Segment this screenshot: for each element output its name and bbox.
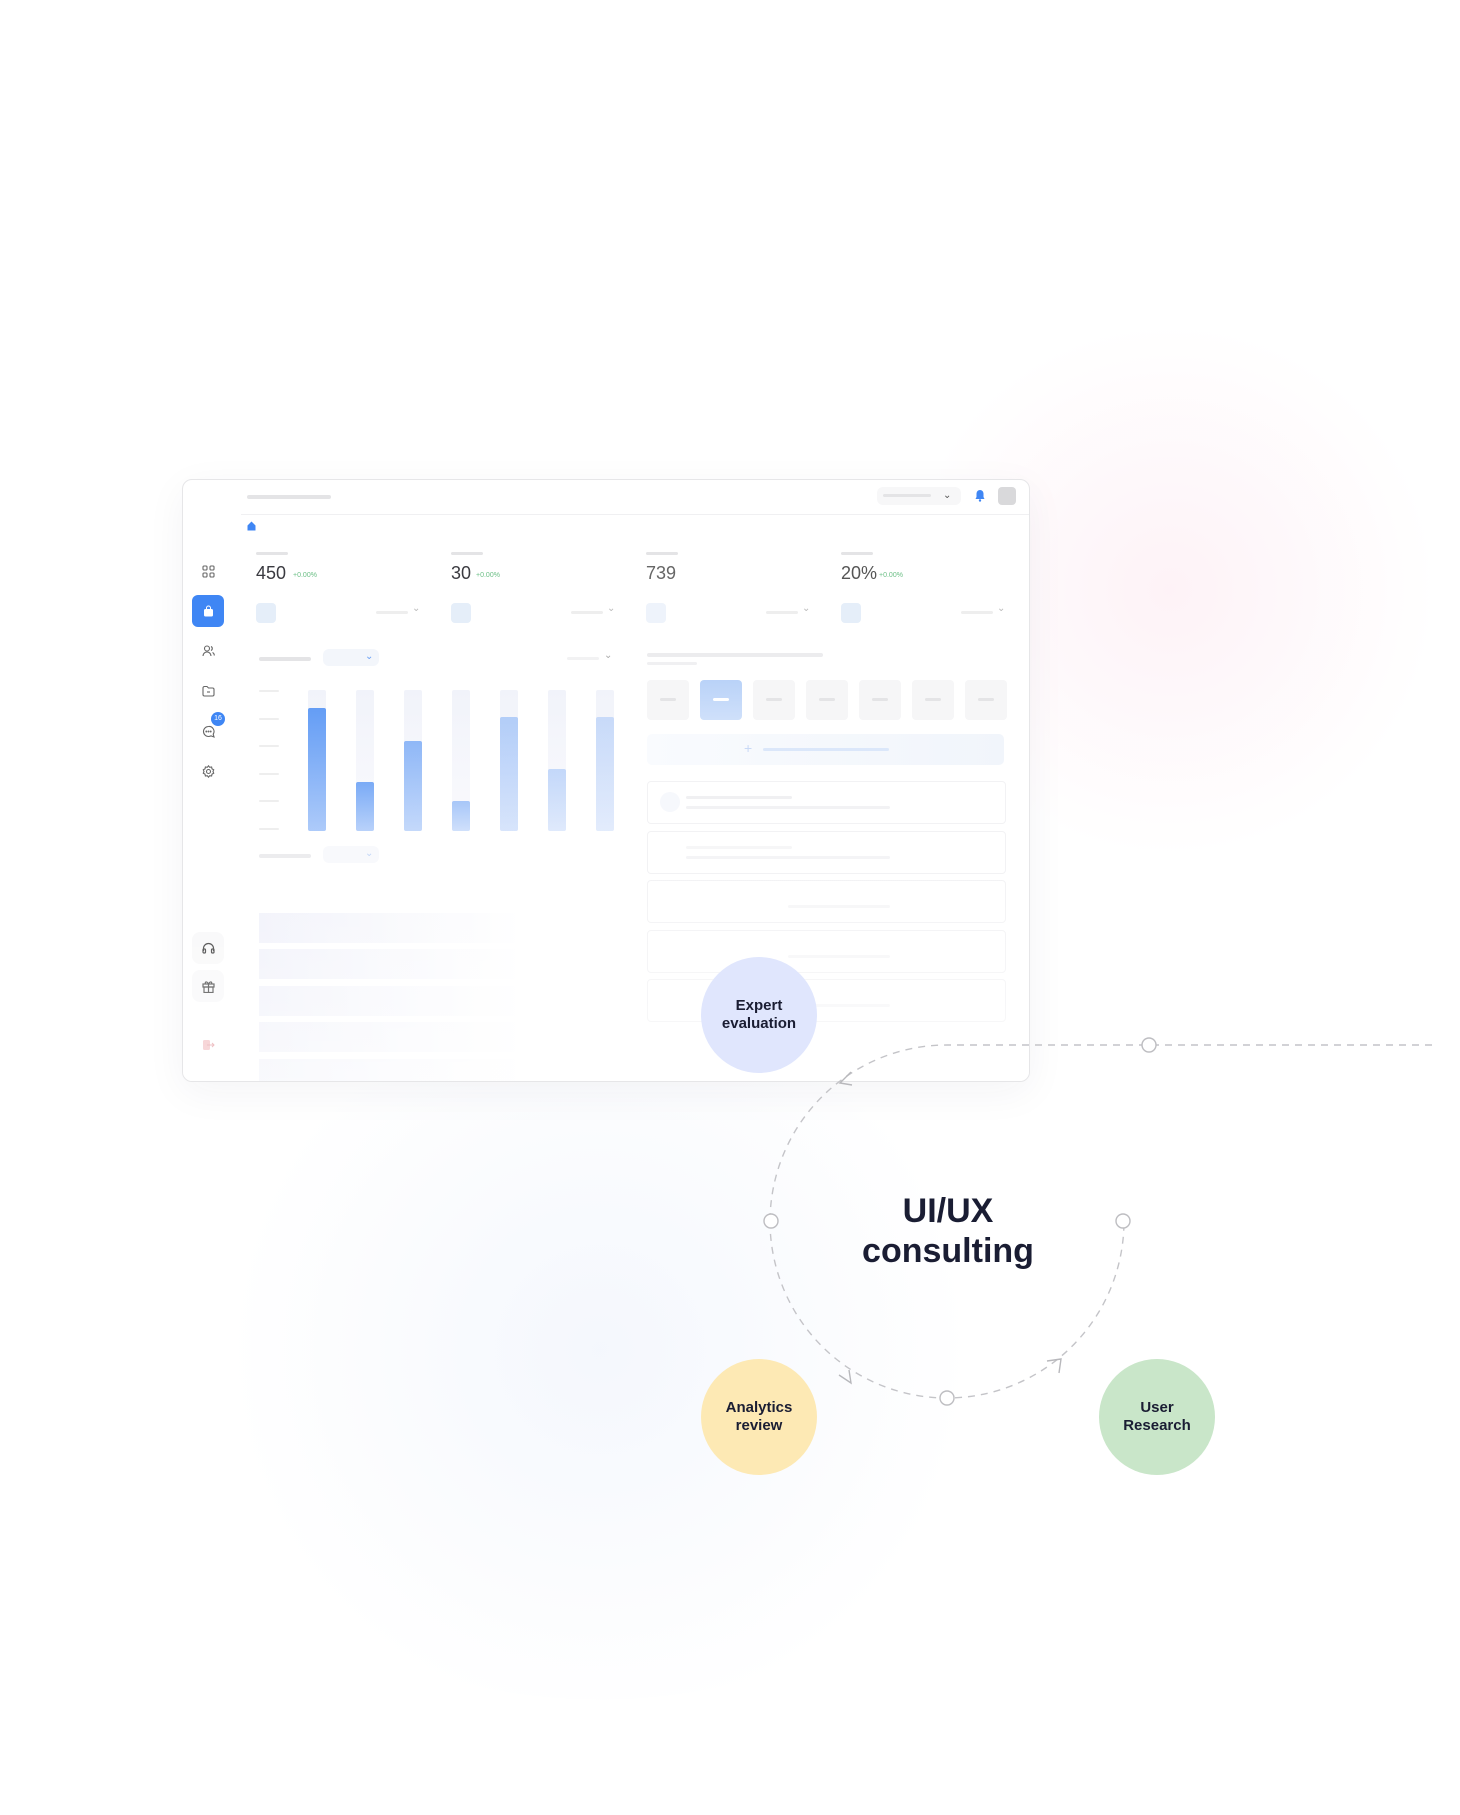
path-node (763, 1213, 779, 1229)
path-node (1141, 1037, 1157, 1053)
node-label: Research (1123, 1417, 1191, 1434)
node-label: review (735, 1417, 783, 1434)
node-label: Analytics (725, 1399, 793, 1416)
node-label: Expert (735, 997, 783, 1014)
title-line: consulting (862, 1232, 1034, 1270)
node-label: evaluation (721, 1015, 797, 1032)
title-line: UI/UX (902, 1192, 994, 1230)
process-cycle-diagram (763, 1037, 1432, 1406)
path-node (939, 1390, 955, 1406)
arrow-icon (1046, 1358, 1062, 1374)
diagram-title: UI/UX consulting (800, 1191, 1096, 1271)
node-analytics-review: Analytics review (701, 1359, 817, 1475)
node-expert-evaluation: Expert evaluation (701, 957, 817, 1073)
node-user-research: User Research (1099, 1359, 1215, 1475)
path-node (1115, 1213, 1131, 1229)
node-label: User (1140, 1399, 1174, 1416)
arrow-icon (838, 1369, 852, 1385)
